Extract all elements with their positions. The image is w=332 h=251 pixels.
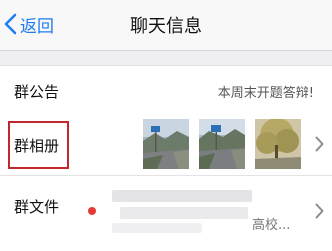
album-thumbnail[interactable] bbox=[143, 119, 189, 169]
chevron-right-icon bbox=[315, 136, 324, 156]
album-thumbnail[interactable] bbox=[255, 119, 301, 169]
group-notice-label: 群公告 bbox=[14, 83, 60, 101]
chevron-right-icon bbox=[315, 203, 324, 223]
page-title: 聊天信息 bbox=[130, 16, 202, 37]
group-album-label: 群相册 bbox=[14, 137, 60, 155]
group-files-preview-tail: 高校... bbox=[252, 218, 291, 233]
group-album-row[interactable]: 群相册 bbox=[0, 115, 332, 176]
group-notice-value: 本周末开题答辩! bbox=[217, 86, 314, 101]
group-files-row[interactable]: 群文件 高校... bbox=[0, 176, 332, 251]
nav-bar: 返回 聊天信息 bbox=[0, 0, 332, 51]
group-notice-row[interactable]: 群公告 本周末开题答辩! bbox=[0, 65, 332, 117]
group-files-label: 群文件 bbox=[14, 198, 60, 216]
unread-dot bbox=[88, 207, 96, 215]
album-thumbnail[interactable] bbox=[199, 119, 245, 169]
